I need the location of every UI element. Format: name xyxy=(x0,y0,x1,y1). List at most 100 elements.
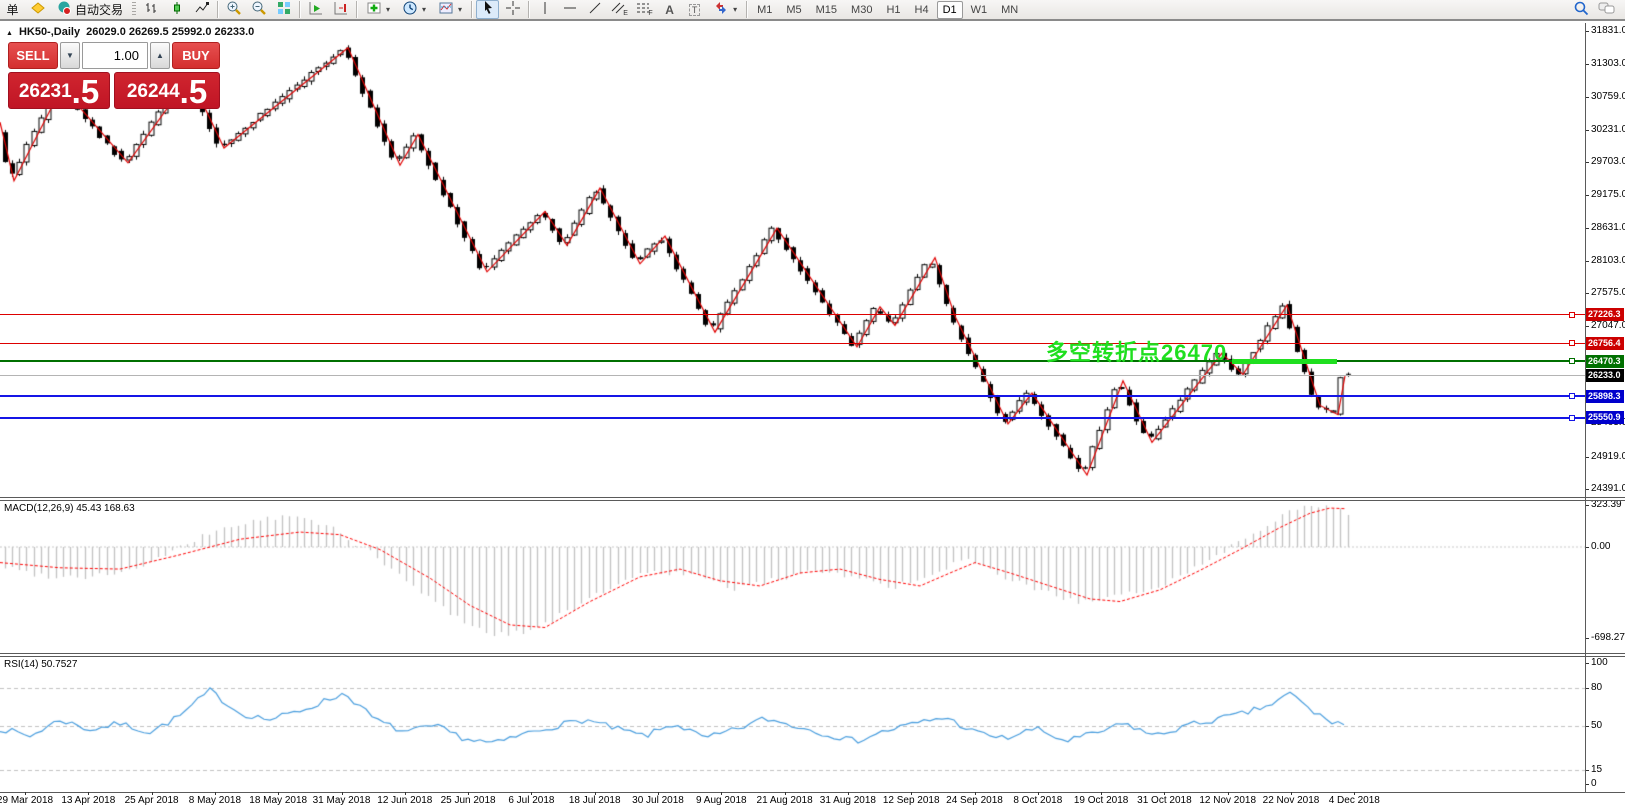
date-tick-mark xyxy=(152,792,153,795)
chevron-down-icon: ▾ xyxy=(733,5,737,14)
trendline-tool[interactable] xyxy=(583,0,606,19)
pivot-annotation-segment[interactable] xyxy=(1232,359,1337,364)
indicators-button[interactable]: ▾ xyxy=(361,0,395,19)
price-level-box: 26233.0 xyxy=(1586,369,1624,382)
zoom-out-button[interactable] xyxy=(247,0,270,19)
price-level-line[interactable] xyxy=(0,343,1585,344)
periods-button[interactable]: ▾ xyxy=(397,0,431,19)
date-tick-mark xyxy=(1228,792,1229,795)
volume-input[interactable] xyxy=(82,42,148,69)
macd-indicator-label: MACD(12,26,9) 45.43 168.63 xyxy=(4,503,135,514)
text-tool[interactable]: A xyxy=(658,0,681,19)
level-line-handle[interactable] xyxy=(1569,358,1575,364)
collapse-panel-icon[interactable]: ▲ xyxy=(6,30,13,37)
text-label-icon: T xyxy=(689,4,701,16)
autotrading-button[interactable]: 自动交易 xyxy=(51,0,128,19)
arrows-tool[interactable]: ▾ xyxy=(708,0,742,19)
date-label: 22 Nov 2018 xyxy=(1263,795,1320,806)
volume-decrease-button[interactable]: ▼ xyxy=(60,42,80,69)
price-level-line[interactable] xyxy=(0,417,1585,419)
toolbar-grip xyxy=(132,2,136,17)
search-button[interactable] xyxy=(1570,0,1593,19)
new-order-button[interactable]: 单 xyxy=(1,0,24,19)
date-label: 21 Aug 2018 xyxy=(757,795,813,806)
price-chart-canvas[interactable] xyxy=(0,23,1585,497)
horizontal-line-tool[interactable] xyxy=(558,0,581,19)
rsi-pane-canvas[interactable] xyxy=(0,657,1585,792)
text-label-tool[interactable]: T xyxy=(683,0,706,19)
timeframe-button-d1[interactable]: D1 xyxy=(937,1,963,19)
date-label: 8 Oct 2018 xyxy=(1013,795,1062,806)
buy-button-label: BUY xyxy=(182,48,209,63)
sell-button[interactable]: SELL xyxy=(8,42,58,69)
date-tick-mark xyxy=(1354,792,1355,795)
price-level-line[interactable] xyxy=(0,395,1585,397)
date-label: 19 Oct 2018 xyxy=(1074,795,1128,806)
pane-separator-macd[interactable] xyxy=(0,497,1625,501)
macd-pane-canvas[interactable] xyxy=(0,501,1585,653)
order-ticket-button[interactable] xyxy=(26,0,49,19)
date-label: 13 Apr 2018 xyxy=(61,795,115,806)
buy-price-box[interactable]: 26244 .5 xyxy=(114,72,220,109)
bar-chart-button[interactable] xyxy=(140,0,163,19)
level-line-handle[interactable] xyxy=(1569,340,1575,346)
date-tick-mark xyxy=(658,792,659,795)
timeframe-button-mn[interactable]: MN xyxy=(995,1,1024,19)
line-chart-button[interactable] xyxy=(190,0,213,19)
price-level-box: 25898.3 xyxy=(1586,390,1624,403)
rsi-tick-label: 0 xyxy=(1591,778,1597,789)
spinner-up-icon: ▲ xyxy=(156,51,164,60)
line-chart-icon xyxy=(194,0,210,19)
auto-scroll-icon xyxy=(308,0,324,19)
sell-price-box[interactable]: 26231 .5 xyxy=(8,72,110,109)
date-tick-mark xyxy=(342,792,343,795)
vertical-line-tool[interactable] xyxy=(533,0,556,19)
price-level-line[interactable] xyxy=(0,360,1585,362)
pivot-annotation-text: 多空转折点26470 xyxy=(1046,335,1227,367)
cursor-button[interactable] xyxy=(476,0,499,19)
level-line-handle[interactable] xyxy=(1569,415,1575,421)
timeframe-button-m30[interactable]: M30 xyxy=(845,1,878,19)
date-label: 31 Oct 2018 xyxy=(1137,795,1191,806)
zoom-in-icon xyxy=(226,0,242,19)
timeframe-button-h4[interactable]: H4 xyxy=(909,1,935,19)
date-axis-border xyxy=(0,792,1625,793)
pane-separator-rsi[interactable] xyxy=(0,653,1625,657)
price-tick-label: 29703.0 xyxy=(1591,156,1625,167)
chevron-down-icon: ▾ xyxy=(422,5,426,14)
timeframe-button-h1[interactable]: H1 xyxy=(880,1,906,19)
fibonacci-tool[interactable]: F xyxy=(633,0,656,19)
level-line-handle[interactable] xyxy=(1569,312,1575,318)
buy-button[interactable]: BUY xyxy=(172,42,220,69)
tile-windows-button[interactable] xyxy=(272,0,295,19)
date-label: 9 Aug 2018 xyxy=(696,795,747,806)
horizontal-line-icon xyxy=(562,0,578,19)
timeframe-button-m5[interactable]: M5 xyxy=(780,1,807,19)
level-line-handle[interactable] xyxy=(1569,393,1575,399)
volume-increase-button[interactable]: ▲ xyxy=(150,42,170,69)
date-tick-mark xyxy=(1038,792,1039,795)
date-label: 30 Jul 2018 xyxy=(632,795,684,806)
zoom-in-button[interactable] xyxy=(222,0,245,19)
timeframe-button-m1[interactable]: M1 xyxy=(751,1,778,19)
chart-shift-button[interactable] xyxy=(329,0,352,19)
timeframe-button-m15[interactable]: M15 xyxy=(810,1,843,19)
crosshair-button[interactable] xyxy=(501,0,524,19)
candlestick-chart-button[interactable] xyxy=(165,0,188,19)
date-label: 8 May 2018 xyxy=(189,795,241,806)
templates-button[interactable]: ▾ xyxy=(433,0,467,19)
toolbar-separator xyxy=(299,1,300,18)
spinner-down-icon: ▼ xyxy=(66,51,74,60)
macd-tick-label: 0.00 xyxy=(1591,541,1610,552)
equidistant-channel-tool[interactable]: E xyxy=(608,0,631,19)
date-label: 12 Sep 2018 xyxy=(883,795,940,806)
crosshair-icon xyxy=(505,0,521,19)
search-icon xyxy=(1573,0,1590,20)
price-level-line[interactable] xyxy=(0,314,1585,315)
text-tool-icon: A xyxy=(665,3,674,17)
indicators-icon xyxy=(366,0,382,19)
date-label: 6 Jul 2018 xyxy=(508,795,554,806)
timeframe-button-w1[interactable]: W1 xyxy=(965,1,994,19)
auto-scroll-button[interactable] xyxy=(304,0,327,19)
community-chat-button[interactable] xyxy=(1595,0,1618,19)
